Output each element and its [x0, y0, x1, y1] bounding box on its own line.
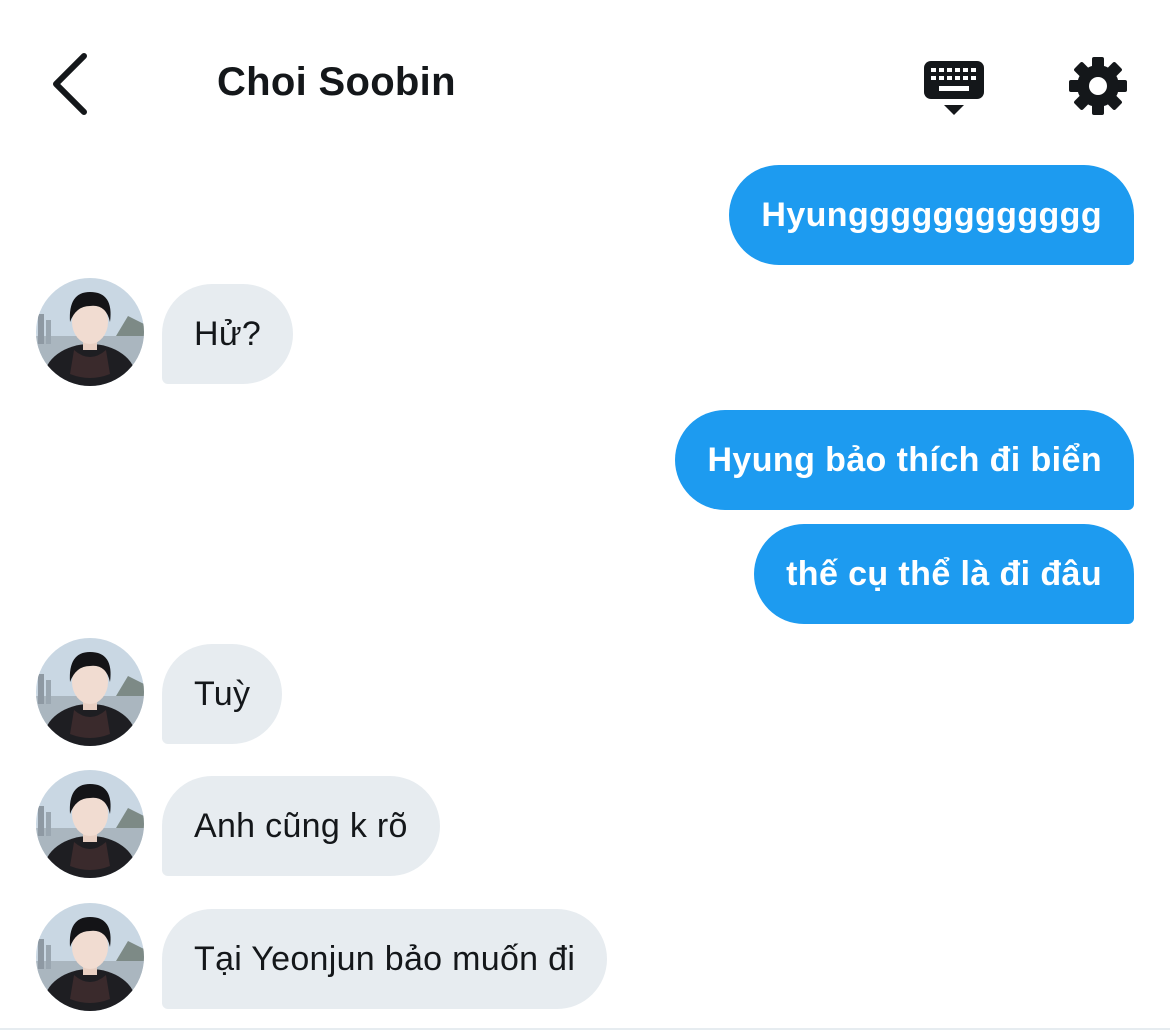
- received-message-bubble[interactable]: Anh cũng k rõ: [162, 776, 440, 876]
- message-text: Hyung bảo thích đi biển: [707, 440, 1102, 479]
- contact-avatar[interactable]: [36, 638, 144, 746]
- message-list: Hyungggggggggggg Hử? Hyung bảo thích đi …: [0, 0, 1170, 1033]
- message-text: Hyungggggggggggg: [761, 195, 1102, 234]
- bottom-divider: [0, 1028, 1170, 1030]
- avatar-photo: [36, 903, 144, 1011]
- dm-conversation-screen: Choi Soobin Hyungggggggggggg Hử? Hyung b…: [0, 0, 1170, 1033]
- avatar-photo: [36, 638, 144, 746]
- message-text: Tuỳ: [194, 674, 251, 713]
- message-text: Hử?: [194, 314, 262, 353]
- avatar-photo: [36, 278, 144, 386]
- message-text: Tại Yeonjun bảo muốn đi: [194, 939, 576, 978]
- received-message-bubble[interactable]: Tuỳ: [162, 644, 283, 744]
- message-text: Anh cũng k rõ: [194, 806, 408, 845]
- avatar-photo: [36, 770, 144, 878]
- contact-avatar[interactable]: [36, 770, 144, 878]
- sent-message-bubble[interactable]: thế cụ thể là đi đâu: [754, 524, 1134, 624]
- sent-message-bubble[interactable]: Hyung bảo thích đi biển: [675, 410, 1134, 510]
- received-message-bubble[interactable]: Hử?: [162, 284, 294, 384]
- contact-avatar[interactable]: [36, 278, 144, 386]
- sent-message-bubble[interactable]: Hyungggggggggggg: [729, 165, 1134, 265]
- contact-avatar[interactable]: [36, 903, 144, 1011]
- message-text: thế cụ thể là đi đâu: [786, 554, 1102, 593]
- received-message-bubble[interactable]: Tại Yeonjun bảo muốn đi: [162, 909, 608, 1009]
